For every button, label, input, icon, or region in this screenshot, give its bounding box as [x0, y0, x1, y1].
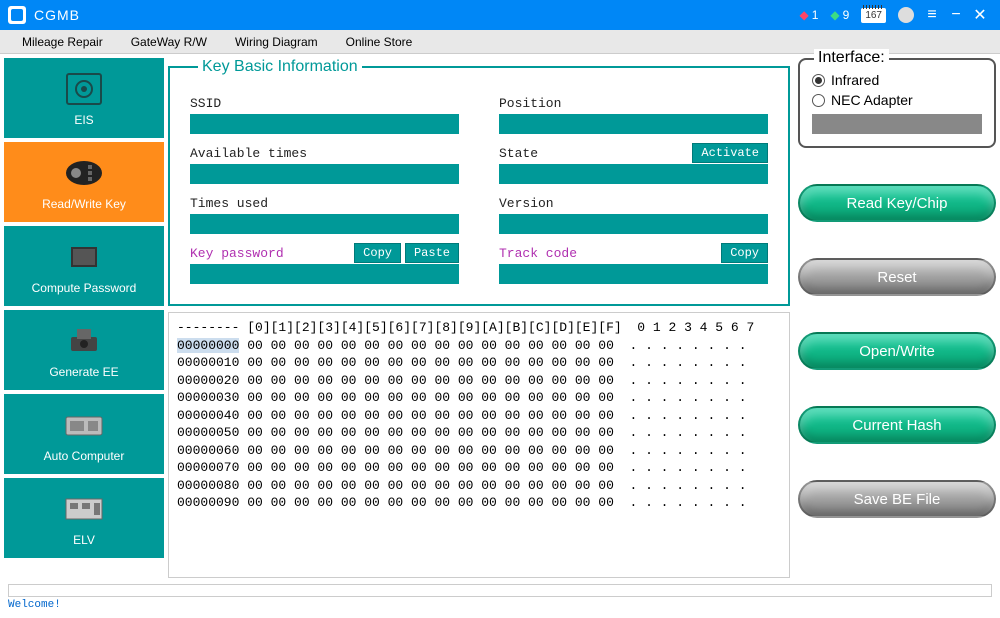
status-text: Welcome!	[8, 599, 992, 611]
status-progress	[8, 584, 992, 597]
label-ssid: SSID	[190, 96, 221, 111]
printer-icon	[60, 321, 108, 361]
credit-diamond-red[interactable]: ◆1	[799, 8, 818, 22]
minimize-button[interactable]: −	[944, 6, 968, 24]
copy-track-button[interactable]: Copy	[721, 243, 768, 263]
input-version[interactable]	[499, 214, 768, 234]
chip-icon	[60, 237, 108, 277]
key-fob-icon	[60, 153, 108, 193]
label-state: State	[499, 146, 538, 161]
menu-online-store[interactable]: Online Store	[332, 35, 427, 49]
app-logo-icon	[8, 6, 26, 24]
label-track-code: Track code	[499, 246, 577, 261]
menu-gateway-rw[interactable]: GateWay R/W	[117, 35, 221, 49]
label-available-times: Available times	[190, 146, 307, 161]
sidebar-item-read-write-key[interactable]: Read/Write Key	[4, 142, 164, 222]
save-be-file-button[interactable]: Save BE File	[798, 480, 996, 518]
key-info-panel: Key Basic Information SSID Position Avai…	[168, 58, 790, 306]
close-button[interactable]: ✕	[968, 5, 992, 25]
panel-title: Key Basic Information	[198, 58, 362, 76]
sidebar-item-label: Auto Computer	[44, 449, 125, 463]
medal-icon[interactable]	[898, 7, 914, 23]
sidebar-item-label: Compute Password	[32, 281, 137, 295]
board-icon	[60, 489, 108, 529]
interface-title: Interface:	[814, 49, 889, 67]
app-title: CGMB	[34, 7, 80, 23]
radio-icon	[812, 74, 825, 87]
input-available-times[interactable]	[190, 164, 459, 184]
calendar-badge[interactable]: 167	[861, 8, 886, 23]
radio-icon	[812, 94, 825, 107]
sidebar-item-label: Generate EE	[49, 365, 118, 379]
radio-nec-adapter[interactable]: NEC Adapter	[812, 92, 982, 108]
diamond-red-icon: ◆	[799, 8, 808, 22]
interface-status-bar	[812, 114, 982, 134]
read-key-button[interactable]: Read Key/Chip	[798, 184, 996, 222]
sidebar-item-label: EIS	[74, 113, 93, 127]
label-version: Version	[499, 196, 554, 211]
input-ssid[interactable]	[190, 114, 459, 134]
input-key-password[interactable]	[190, 264, 459, 284]
input-state[interactable]	[499, 164, 768, 184]
label-key-password: Key password	[190, 246, 284, 261]
sidebar-item-auto-computer[interactable]: Auto Computer	[4, 394, 164, 474]
credit-diamond-green[interactable]: ◆9	[830, 8, 849, 22]
label-times-used: Times used	[190, 196, 268, 211]
sidebar-item-eis[interactable]: EIS	[4, 58, 164, 138]
sidebar-item-compute-password[interactable]: Compute Password	[4, 226, 164, 306]
statusbar: Welcome!	[0, 582, 1000, 614]
interface-box: Interface: Infrared NEC Adapter	[798, 58, 996, 148]
radio-infrared[interactable]: Infrared	[812, 72, 982, 88]
paste-password-button[interactable]: Paste	[405, 243, 459, 263]
sidebar-item-elv[interactable]: ELV	[4, 478, 164, 558]
titlebar: CGMB ◆1 ◆9 167 ≡ − ✕	[0, 0, 1000, 30]
sidebar: EIS Read/Write Key Compute Password Gene…	[4, 58, 164, 578]
menu-icon[interactable]: ≡	[920, 6, 944, 24]
open-write-button[interactable]: Open/Write	[798, 332, 996, 370]
input-track-code[interactable]	[499, 264, 768, 284]
current-hash-button[interactable]: Current Hash	[798, 406, 996, 444]
hex-viewer[interactable]: -------- [0][1][2][3][4][5][6][7][8][9][…	[168, 312, 790, 578]
menu-wiring-diagram[interactable]: Wiring Diagram	[221, 35, 332, 49]
activate-button[interactable]: Activate	[692, 143, 768, 163]
input-position[interactable]	[499, 114, 768, 134]
sidebar-item-label: ELV	[73, 533, 95, 547]
safe-icon	[60, 69, 108, 109]
sidebar-item-label: Read/Write Key	[42, 197, 126, 211]
diamond-green-icon: ◆	[830, 8, 839, 22]
reset-button[interactable]: Reset	[798, 258, 996, 296]
label-position: Position	[499, 96, 561, 111]
copy-password-button[interactable]: Copy	[354, 243, 401, 263]
menu-mileage-repair[interactable]: Mileage Repair	[8, 35, 117, 49]
sidebar-item-generate-ee[interactable]: Generate EE	[4, 310, 164, 390]
input-times-used[interactable]	[190, 214, 459, 234]
ecu-icon	[60, 405, 108, 445]
